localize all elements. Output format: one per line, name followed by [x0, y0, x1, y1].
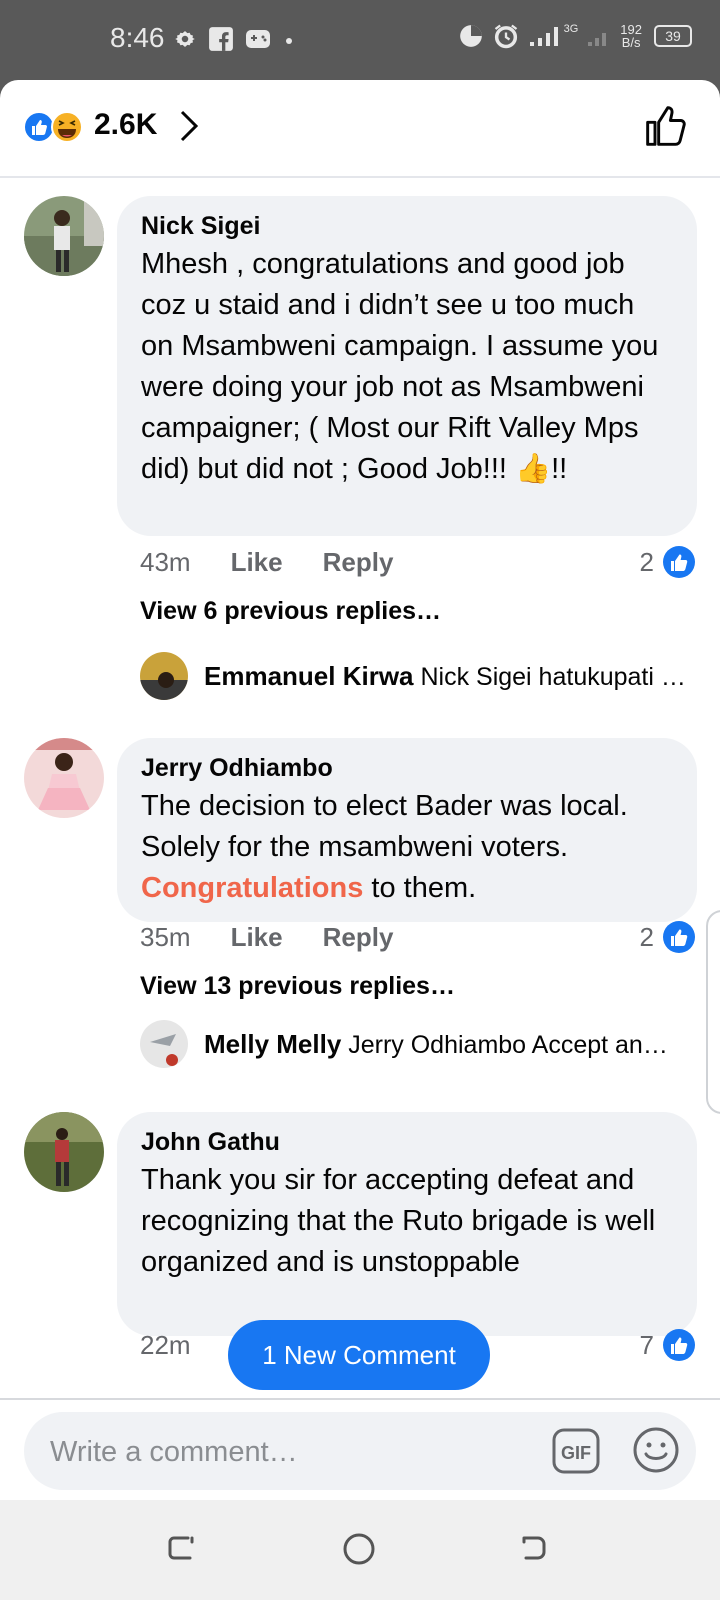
recent-apps-icon[interactable] — [166, 1532, 198, 1564]
avatar[interactable] — [24, 1112, 104, 1192]
speed-unit: B/s — [621, 35, 641, 50]
comment-text-part: The decision to elect Bader was local. S… — [141, 790, 628, 863]
gif-icon[interactable]: GIF — [552, 1428, 600, 1474]
like-badge-icon — [663, 1329, 695, 1361]
reply-author[interactable]: Emmanuel Kirwa — [204, 661, 414, 691]
like-badge-icon — [663, 546, 695, 578]
comment-like-count[interactable]: 7 — [640, 1328, 696, 1362]
alarm-icon — [494, 24, 517, 49]
status-time: 8:46 — [110, 22, 165, 53]
reaction-icons[interactable] — [22, 110, 84, 144]
scroll-handle[interactable] — [706, 910, 720, 1114]
signal-icon — [529, 27, 558, 46]
highlighted-keyword[interactable]: Congratulations — [141, 872, 363, 904]
reply-avatar[interactable] — [140, 1020, 188, 1068]
reply-text: Emmanuel Kirwa Nick Sigei hatukupati … — [204, 661, 686, 692]
comment-text: The decision to elect Bader was local. S… — [141, 786, 673, 909]
new-comment-button[interactable]: 1 New Comment — [228, 1320, 490, 1390]
view-previous-replies[interactable]: View 6 previous replies… — [140, 597, 441, 626]
like-button[interactable]: Like — [231, 547, 283, 578]
status-bar: 8:46 3G 192 B/s 39 — [0, 0, 720, 80]
divider — [0, 1398, 720, 1400]
comment-text: Thank you sir for accepting defeat and r… — [141, 1164, 656, 1278]
avatar[interactable] — [24, 196, 104, 276]
comment-text: Mhesh , congratulations and good job coz… — [141, 248, 659, 485]
reaction-count[interactable]: 2.6K — [94, 108, 157, 142]
comment-time: 22m — [140, 1330, 191, 1360]
reply-preview[interactable]: Melly Melly Jerry Odhiambo Accept an… — [140, 1020, 700, 1068]
view-previous-replies[interactable]: View 13 previous replies… — [140, 972, 455, 1001]
reply-preview-text: Jerry Odhiambo Accept an… — [348, 1030, 668, 1059]
reply-author[interactable]: Melly Melly — [204, 1029, 341, 1059]
signal-2-icon — [588, 33, 607, 46]
comment-actions: 35m Like Reply — [140, 922, 393, 953]
back-icon[interactable] — [518, 1532, 550, 1564]
data-saver-icon — [459, 25, 482, 47]
comment-time: 43m — [140, 547, 191, 577]
notification-dot-icon — [286, 38, 292, 44]
reply-text: Melly Melly Jerry Odhiambo Accept an… — [204, 1029, 668, 1060]
like-reaction-icon — [23, 111, 55, 143]
comments-header: 2.6K — [0, 80, 720, 178]
home-icon[interactable] — [342, 1532, 376, 1566]
like-button[interactable]: Like — [231, 922, 283, 953]
like-thumb-icon[interactable] — [644, 104, 688, 148]
reply-preview[interactable]: Emmanuel Kirwa Nick Sigei hatukupati … — [140, 652, 700, 700]
settings-gear-icon — [175, 31, 195, 47]
comment-like-count[interactable]: 2 — [640, 920, 696, 954]
comment-author[interactable]: Jerry Odhiambo — [141, 752, 673, 784]
gif-label: GIF — [561, 1443, 591, 1463]
like-count: 2 — [639, 546, 654, 577]
comment-bubble[interactable]: Jerry Odhiambo The decision to elect Bad… — [117, 738, 697, 922]
comment-bubble[interactable]: Nick Sigei Mhesh , congratulations and g… — [117, 196, 697, 536]
reply-button[interactable]: Reply — [323, 547, 394, 578]
reply-avatar[interactable] — [140, 652, 188, 700]
reply-preview-text: Nick Sigei hatukupati … — [420, 662, 686, 691]
like-badge-icon — [663, 921, 695, 953]
like-count: 7 — [639, 1329, 654, 1360]
comment-composer[interactable]: GIF — [24, 1412, 696, 1492]
avatar[interactable] — [24, 738, 104, 818]
chevron-right-icon[interactable] — [178, 108, 202, 144]
game-controller-icon — [246, 30, 270, 48]
system-nav-bar — [0, 1500, 720, 1600]
comment-text-part: to them. — [363, 872, 477, 904]
comment-like-count[interactable]: 2 — [640, 545, 696, 579]
comment-time: 35m — [140, 922, 191, 952]
comment-author[interactable]: John Gathu — [141, 1126, 673, 1158]
haha-reaction-icon — [51, 111, 83, 143]
comment-actions: 22m — [140, 1330, 191, 1361]
like-count: 2 — [639, 921, 654, 952]
comment-actions: 43m Like Reply — [140, 547, 393, 578]
network-speed: 192 B/s — [620, 23, 642, 49]
comments-sheet: 2.6K Nick Sigei Mhesh , congratulations … — [0, 80, 720, 1500]
reply-button[interactable]: Reply — [323, 922, 394, 953]
battery-level: 39 — [665, 28, 681, 44]
emoji-icon[interactable] — [632, 1426, 680, 1474]
comment-input[interactable] — [48, 1412, 532, 1492]
comment-bubble[interactable]: John Gathu Thank you sir for accepting d… — [117, 1112, 697, 1336]
facebook-icon — [209, 27, 233, 51]
comment-author[interactable]: Nick Sigei — [141, 210, 673, 242]
network-type: 3G — [563, 23, 579, 35]
battery-icon: 39 — [654, 25, 692, 47]
